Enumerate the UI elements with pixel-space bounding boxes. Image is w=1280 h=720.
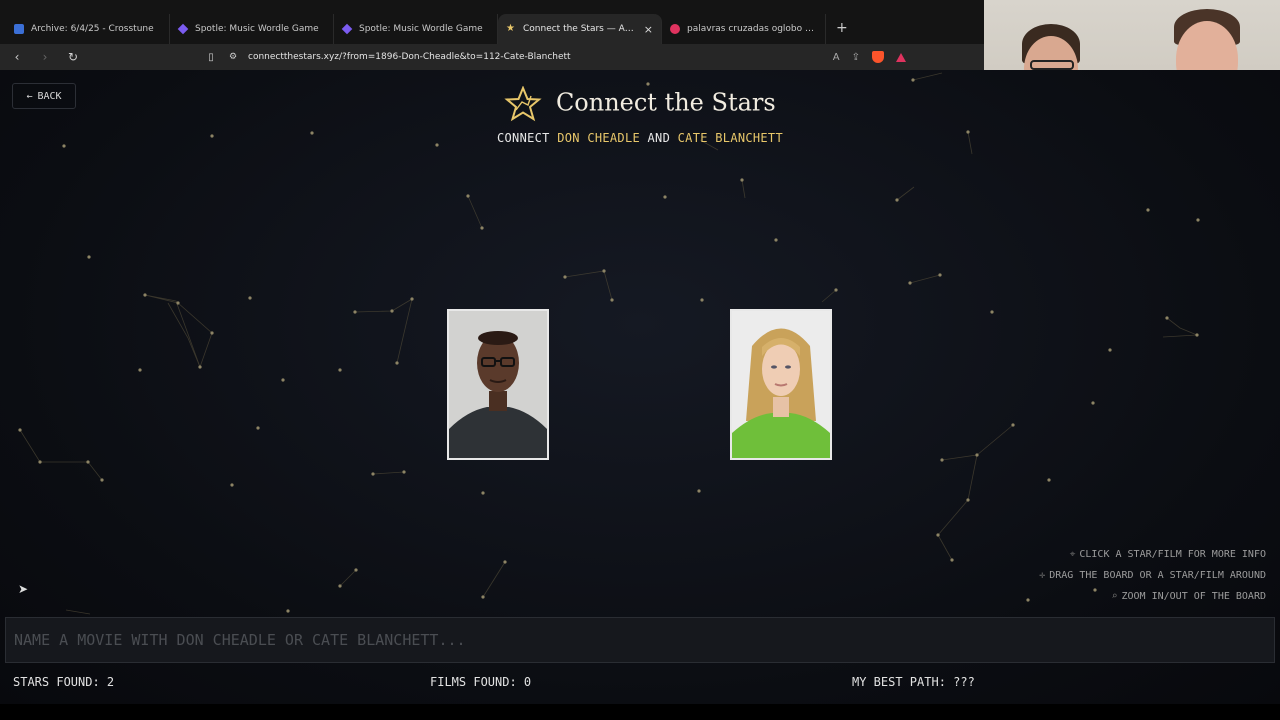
brave-icon <box>670 24 680 34</box>
actor-card-cate-blanchett[interactable] <box>730 309 832 460</box>
actor-card-don-cheadle[interactable] <box>447 309 549 460</box>
star-a-name[interactable]: DON CHEADLE <box>557 131 640 145</box>
subtitle-joiner: AND <box>647 131 671 145</box>
movie-input-box[interactable] <box>5 617 1275 663</box>
subtitle: CONNECT DON CHEADLE AND CATE BLANCHETT <box>0 131 1280 145</box>
tab-title: Connect the Stars — An endless <box>523 24 637 34</box>
tab-title: palavras cruzadas oglobo - Brave Se <box>687 24 817 34</box>
cursor-click-icon: ⌖ <box>1069 549 1076 560</box>
stats-bar: STARS FOUND: 2 FILMS FOUND: 0 MY BEST PA… <box>0 675 1280 693</box>
back-arrow-icon[interactable]: ‹ <box>10 50 24 64</box>
star-logo-icon <box>504 86 542 122</box>
bookmark-icon[interactable]: ▯ <box>204 52 218 63</box>
address-bar: ‹ › ↻ ▯ ⚙ connectthestars.xyz/?from=1896… <box>0 44 984 70</box>
spotle-icon <box>341 23 353 35</box>
url-text[interactable]: connectthestars.xyz/?from=1896-Don-Chead… <box>248 52 571 62</box>
game-board[interactable]: ← BACK Connect the Stars CONNECT DON CHE… <box>0 70 1280 704</box>
tab-title: Archive: 6/4/25 - Crosstune <box>31 24 154 34</box>
hint-text: ZOOM IN/OUT OF THE BOARD <box>1121 591 1267 602</box>
crosstune-icon <box>14 24 24 34</box>
recenter-icon[interactable]: ➤ <box>18 582 28 596</box>
films-found: FILMS FOUND: 0 <box>430 675 532 689</box>
translate-icon[interactable]: A <box>833 52 840 63</box>
page-title: Connect the Stars <box>0 86 1280 122</box>
brave-rewards-icon[interactable] <box>896 52 906 62</box>
hint-text: CLICK A STAR/FILM FOR MORE INFO <box>1079 549 1266 560</box>
browser-tab-active[interactable]: ★ Connect the Stars — An endless × <box>498 14 662 44</box>
forward-arrow-icon[interactable]: › <box>38 50 52 64</box>
actor-photo <box>732 311 830 458</box>
brave-shield-icon[interactable] <box>872 51 884 63</box>
browser-tab[interactable]: Archive: 6/4/25 - Crosstune <box>6 14 170 44</box>
tab-title: Spotle: Music Wordle Game <box>359 24 483 34</box>
tab-title: Spotle: Music Wordle Game <box>195 24 319 34</box>
hint-click: ⌖ CLICK A STAR/FILM FOR MORE INFO <box>1070 549 1266 560</box>
hint-text: DRAG THE BOARD OR A STAR/FILM AROUND <box>1049 570 1266 581</box>
star-icon: ★ <box>506 23 515 34</box>
spotle-icon <box>177 23 189 35</box>
browser-tab[interactable]: Spotle: Music Wordle Game <box>334 14 498 44</box>
best-path: MY BEST PATH: ??? <box>852 675 975 689</box>
move-icon: ✛ <box>1039 570 1046 581</box>
actor-photo <box>449 311 547 458</box>
site-settings-icon[interactable]: ⚙ <box>226 52 240 62</box>
title-text: Connect the Stars <box>555 88 776 117</box>
close-tab-icon[interactable]: × <box>644 23 653 36</box>
browser-tab[interactable]: Spotle: Music Wordle Game <box>170 14 334 44</box>
share-icon[interactable]: ⇪ <box>852 52 860 63</box>
browser-tab-bar: Archive: 6/4/25 - Crosstune Spotle: Musi… <box>0 0 984 44</box>
constellation-background <box>18 72 1200 615</box>
hint-zoom: ⌕ ZOOM IN/OUT OF THE BOARD <box>1111 591 1266 602</box>
browser-tab[interactable]: palavras cruzadas oglobo - Brave Se <box>662 14 826 44</box>
hint-drag: ✛ DRAG THE BOARD OR A STAR/FILM AROUND <box>1039 570 1266 581</box>
stars-found: STARS FOUND: 2 <box>13 675 115 689</box>
subtitle-prefix: CONNECT <box>497 131 550 145</box>
bottom-edge <box>0 704 1280 720</box>
url-box[interactable]: ▯ ⚙ connectthestars.xyz/?from=1896-Don-C… <box>204 52 571 63</box>
zoom-icon: ⌕ <box>1111 591 1118 602</box>
reload-icon[interactable]: ↻ <box>66 50 80 64</box>
new-tab-button[interactable]: + <box>826 20 858 44</box>
movie-search-input[interactable] <box>6 618 1274 662</box>
star-b-name[interactable]: CATE BLANCHETT <box>678 131 783 145</box>
